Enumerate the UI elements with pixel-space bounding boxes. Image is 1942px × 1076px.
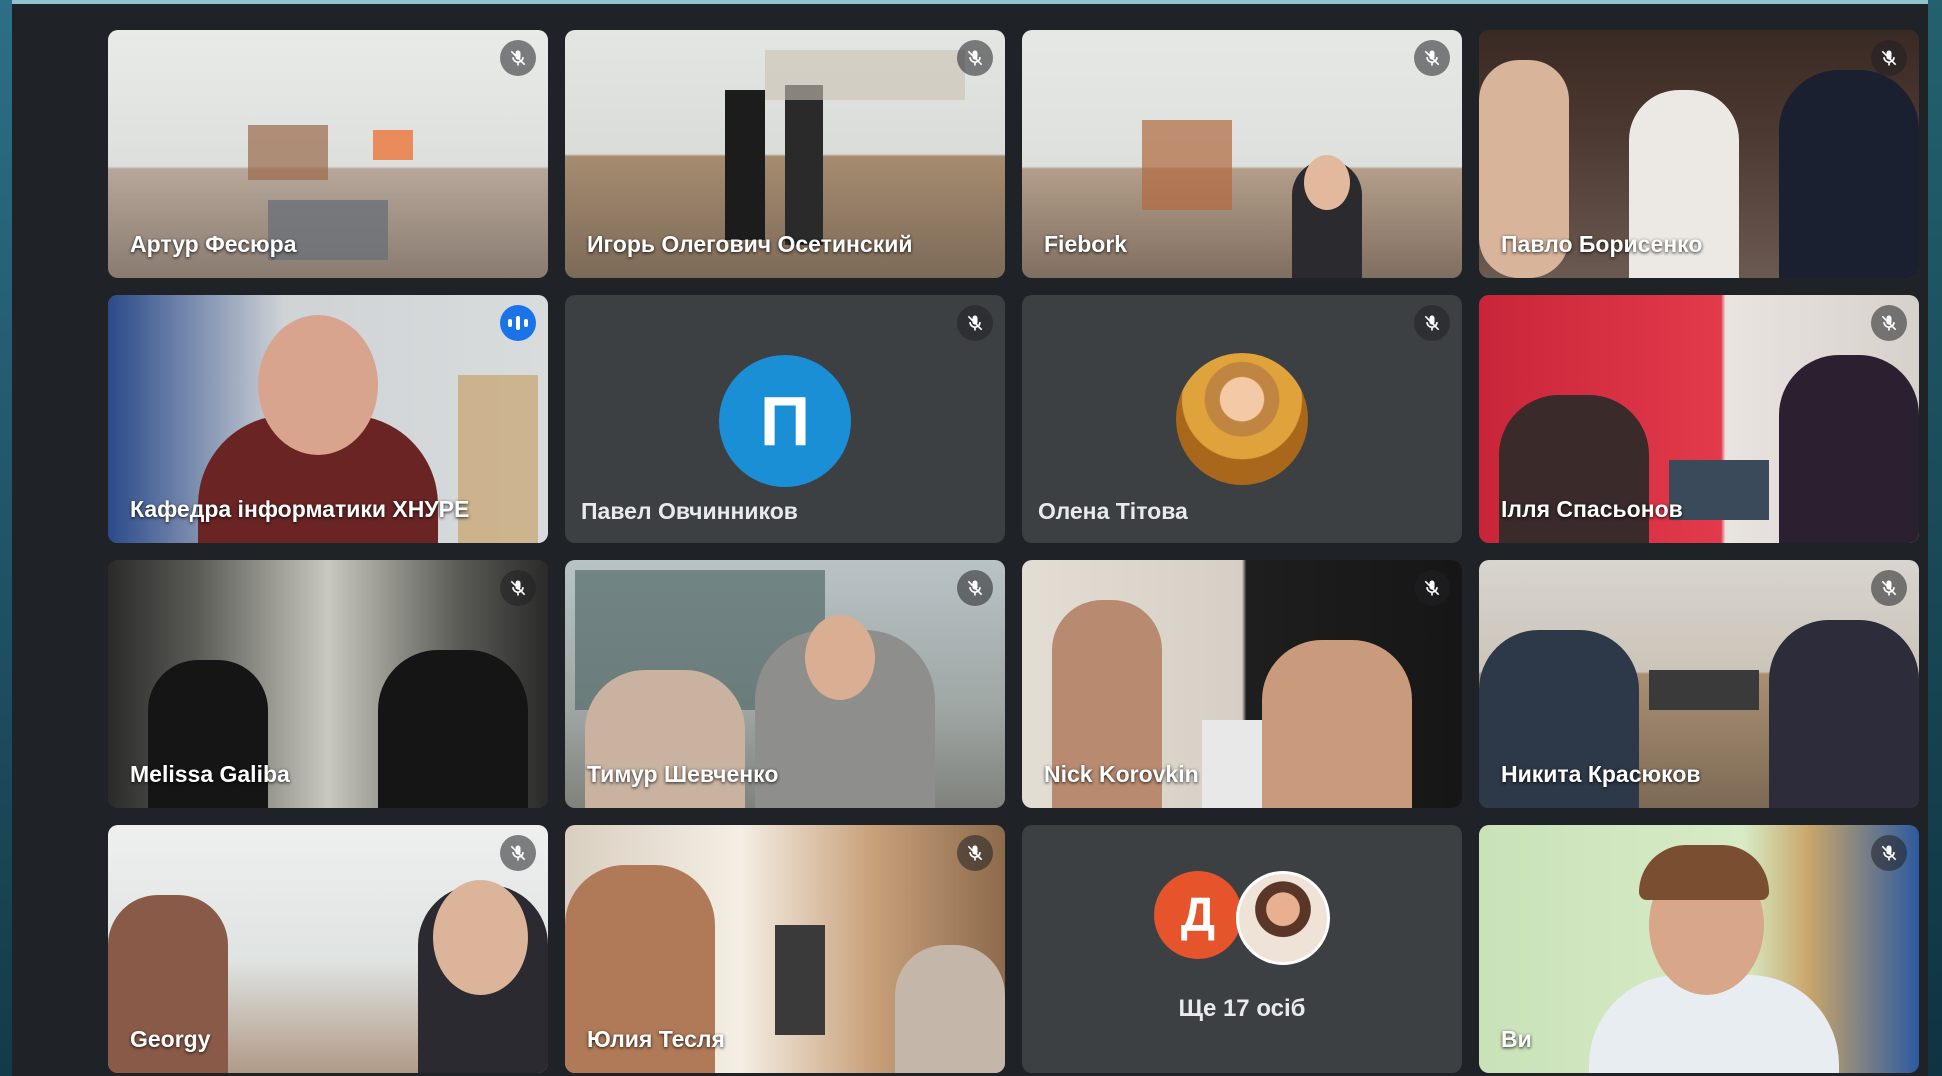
- avatar: П: [719, 355, 851, 487]
- participant-tile[interactable]: Georgy: [108, 825, 548, 1073]
- avatar: Д: [1154, 871, 1242, 959]
- video-feed: [1479, 825, 1919, 1073]
- mic-off-icon: [500, 40, 536, 76]
- participant-name: Игорь Олегович Осетинский: [587, 231, 913, 257]
- self-view-tile[interactable]: Ви: [1479, 825, 1919, 1073]
- window-right-edge: [1928, 0, 1942, 1076]
- participant-tile[interactable]: Fiebork: [1022, 30, 1462, 278]
- mic-off-icon: [957, 835, 993, 871]
- participant-tile-active-speaker[interactable]: Кафедра інформатики ХНУРЕ: [108, 295, 548, 543]
- participant-tile[interactable]: Павло Борисенко: [1479, 30, 1919, 278]
- participant-tile[interactable]: Юлия Тесля: [565, 825, 1005, 1073]
- mic-off-icon: [1871, 40, 1907, 76]
- mic-off-icon: [957, 570, 993, 606]
- more-participants-tile[interactable]: Д Ще 17 осіб: [1022, 825, 1462, 1073]
- mic-off-icon: [1871, 305, 1907, 341]
- participant-tile[interactable]: Тимур Шевченко: [565, 560, 1005, 808]
- participant-name: Павло Борисенко: [1501, 231, 1703, 257]
- participant-name: Артур Фесюра: [130, 231, 297, 257]
- avatar: [1236, 871, 1330, 965]
- window-top-edge: [0, 0, 1942, 4]
- participant-name: Олена Тітова: [1038, 498, 1188, 524]
- participant-name: Nick Korovkin: [1044, 761, 1199, 787]
- mic-off-icon: [1871, 835, 1907, 871]
- mic-off-icon: [1871, 570, 1907, 606]
- mic-off-icon: [957, 305, 993, 341]
- participant-tile[interactable]: Игорь Олегович Осетинский: [565, 30, 1005, 278]
- participant-tile[interactable]: Олена Тітова: [1022, 295, 1462, 543]
- mic-off-icon: [1414, 40, 1450, 76]
- mic-off-icon: [500, 570, 536, 606]
- participant-name: Тимур Шевченко: [587, 761, 779, 787]
- avatar: [1176, 353, 1308, 485]
- participant-name: Ви: [1501, 1026, 1532, 1052]
- participant-tile[interactable]: Артур Фесюра: [108, 30, 548, 278]
- more-participants-label: Ще 17 осіб: [1178, 995, 1306, 1022]
- overflow-avatars: Д: [1022, 871, 1462, 965]
- audio-level-icon: [500, 305, 536, 341]
- mic-off-icon: [1414, 305, 1450, 341]
- participant-name: Georgy: [130, 1026, 211, 1052]
- window-left-edge: [0, 0, 12, 1076]
- participant-name: Fiebork: [1044, 231, 1128, 257]
- participant-tile[interactable]: Ілля Спасьонов: [1479, 295, 1919, 543]
- participant-name: Ілля Спасьонов: [1501, 496, 1683, 522]
- participant-grid: Артур Фесюра Игорь Олегович Осетинский F…: [108, 30, 1919, 1073]
- mic-off-icon: [1414, 570, 1450, 606]
- participant-name: Melissa Galiba: [130, 761, 290, 787]
- participant-name: Никита Красюков: [1501, 761, 1701, 787]
- participant-name: Юлия Тесля: [587, 1026, 725, 1052]
- participant-tile[interactable]: Melissa Galiba: [108, 560, 548, 808]
- participant-tile[interactable]: Никита Красюков: [1479, 560, 1919, 808]
- mic-off-icon: [500, 835, 536, 871]
- participant-tile[interactable]: П Павел Овчинников: [565, 295, 1005, 543]
- participant-name: Кафедра інформатики ХНУРЕ: [130, 496, 470, 522]
- participant-name: Павел Овчинников: [581, 498, 798, 524]
- participant-tile[interactable]: Nick Korovkin: [1022, 560, 1462, 808]
- mic-off-icon: [957, 40, 993, 76]
